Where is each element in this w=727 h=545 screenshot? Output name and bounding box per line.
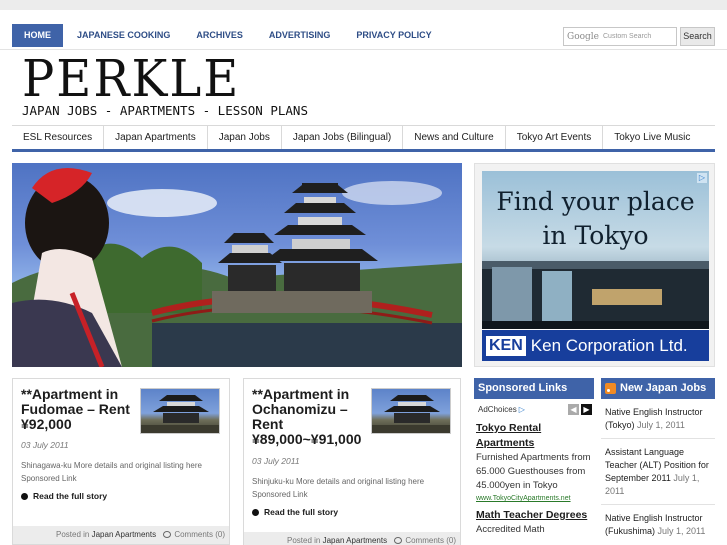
comment-bubble-icon <box>394 537 403 544</box>
post-date: 03 July 2011 <box>21 440 69 450</box>
hero-image[interactable] <box>12 163 462 367</box>
sponsored-heading: Sponsored Links <box>474 378 594 399</box>
sponsored-links-widget: Sponsored Links AdChoices ▷ ◀ ▶ Tokyo Re… <box>474 378 594 545</box>
cat-japan-apartments[interactable]: Japan Apartments <box>104 126 208 149</box>
ad-headline-line1: Find your place <box>496 187 695 216</box>
post-thumbnail[interactable] <box>371 388 451 434</box>
ad-brand-bar: KEN Ken Corporation Ltd. <box>482 329 709 361</box>
post-comments-link[interactable]: Comments (0) <box>174 530 225 539</box>
nav-home[interactable]: HOME <box>12 24 63 47</box>
cat-tokyo-art-events[interactable]: Tokyo Art Events <box>506 126 604 149</box>
search-form: Google Custom Search Search <box>563 27 715 46</box>
category-navigation: ESL Resources Japan Apartments Japan Job… <box>12 125 715 152</box>
post-excerpt: Shinjuku-ku More details and original li… <box>252 477 425 499</box>
rss-icon[interactable] <box>605 383 616 394</box>
jobs-heading: New Japan Jobs <box>601 378 715 399</box>
top-nav-list: HOME JAPANESE COOKING ARCHIVES ADVERTISI… <box>12 24 446 47</box>
ad-pager: ◀ ▶ <box>566 404 592 415</box>
adchoices-bar: AdChoices ▷ ◀ ▶ <box>474 401 594 418</box>
thumbnail-castle <box>372 395 450 433</box>
job-list-item: Assistant Language Teacher (ALT) Positio… <box>601 439 715 505</box>
jobs-heading-label: New Japan Jobs <box>620 382 707 394</box>
posted-in-label: Posted in <box>56 530 90 539</box>
post-date: 03 July 2011 <box>252 456 300 466</box>
post-title[interactable]: **Apartment in Fudomae – Rent ¥92,000 <box>21 387 133 432</box>
post-excerpt: Shinagawa-ku More details and original l… <box>21 461 202 483</box>
cat-japan-jobs-bilingual[interactable]: Japan Jobs (Bilingual) <box>282 126 404 149</box>
post-card: **Apartment in Fudomae – Rent ¥92,000 03… <box>12 378 230 545</box>
post-meta: Posted in Japan Apartments Comments (0) <box>13 526 229 544</box>
advertisement-box: Find your place in Tokyo ▷ KEN Ken Corpo… <box>474 163 715 367</box>
sponsored-ad-title[interactable]: Math Teacher Degrees <box>474 508 594 523</box>
cat-news-and-culture[interactable]: News and Culture <box>403 126 506 149</box>
ad-headline: Find your place in Tokyo <box>482 185 709 253</box>
sponsored-ad-description: Furnished Apartments from 65.000 Guestho… <box>476 452 591 491</box>
read-more-label: Read the full story <box>33 491 108 501</box>
logo-title: PERKLE <box>22 49 241 109</box>
job-list-item: Native English Instructor (Tokyo) July 1… <box>601 399 715 439</box>
castle-illustration <box>12 168 462 367</box>
job-date: July 1, 2011 <box>657 526 706 536</box>
adchoices-icon[interactable]: ▷ <box>697 173 707 183</box>
next-ad-icon[interactable]: ▶ <box>581 404 592 415</box>
post-thumbnail[interactable] <box>140 388 220 434</box>
previous-ad-icon[interactable]: ◀ <box>568 404 579 415</box>
ad-brand-logo: KEN <box>486 335 526 356</box>
adchoices-label[interactable]: AdChoices <box>478 405 517 414</box>
post-title[interactable]: **Apartment in Ochanomizu – Rent ¥89,000… <box>252 387 364 447</box>
sponsored-ad-title[interactable]: Tokyo Rental Apartments <box>474 421 594 451</box>
search-button[interactable]: Search <box>680 27 715 46</box>
sponsored-ad-description: Accredited Math <box>476 524 545 535</box>
post-category-link[interactable]: Japan Apartments <box>92 530 156 539</box>
ad-brand-name: Ken Corporation Ltd. <box>530 335 688 355</box>
post-comments-link[interactable]: Comments (0) <box>405 536 456 545</box>
nav-privacy-policy[interactable]: PRIVACY POLICY <box>344 24 443 47</box>
read-more-link[interactable]: Read the full story <box>21 491 107 501</box>
new-japan-jobs-widget: New Japan Jobs Native English Instructor… <box>601 378 715 545</box>
cat-esl-resources[interactable]: ESL Resources <box>12 126 105 149</box>
google-logo: Google <box>567 31 599 42</box>
search-input[interactable]: Google Custom Search <box>563 27 677 46</box>
posted-in-label: Posted in <box>287 536 321 545</box>
read-more-icon <box>252 508 259 516</box>
comment-bubble-icon <box>163 531 172 538</box>
post-meta: Posted in Japan Apartments Comments (0) <box>244 532 460 545</box>
cat-japan-jobs[interactable]: Japan Jobs <box>208 126 282 149</box>
nav-archives[interactable]: ARCHIVES <box>184 24 255 47</box>
search-placeholder: Custom Search <box>603 33 652 40</box>
post-category-link[interactable]: Japan Apartments <box>323 536 387 545</box>
nav-japanese-cooking[interactable]: JAPANESE COOKING <box>65 24 182 47</box>
sponsored-ad-url[interactable]: www.TokyoCityApartments.net <box>474 493 594 504</box>
site-logo[interactable]: PERKLE JAPAN JOBS - APARTMENTS - LESSON … <box>22 49 308 118</box>
ken-corporation-ad[interactable]: Find your place in Tokyo ▷ KEN Ken Corpo… <box>482 171 709 361</box>
nav-advertising[interactable]: ADVERTISING <box>257 24 343 47</box>
ad-headline-line2: in Tokyo <box>542 221 649 250</box>
read-more-icon <box>21 492 28 500</box>
read-more-link[interactable]: Read the full story <box>252 507 338 517</box>
post-card: **Apartment in Ochanomizu – Rent ¥89,000… <box>243 378 461 545</box>
thumbnail-castle <box>141 395 219 433</box>
job-list-item: Native English Instructor (Fukushima) Ju… <box>601 505 715 544</box>
read-more-label: Read the full story <box>264 507 339 517</box>
adchoices-triangle-icon: ▷ <box>518 405 525 414</box>
cat-tokyo-live-music[interactable]: Tokyo Live Music <box>603 126 701 149</box>
job-date: July 1, 2011 <box>637 420 685 430</box>
